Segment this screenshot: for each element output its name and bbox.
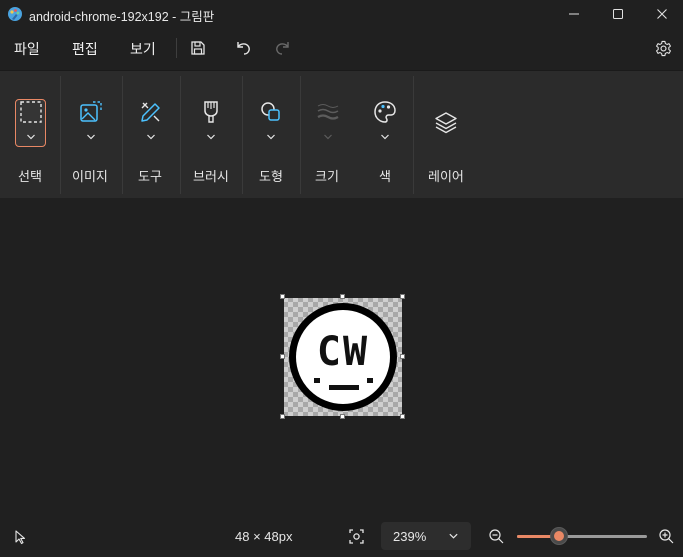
zoom-slider-thumb[interactable] xyxy=(549,527,568,545)
save-icon xyxy=(191,41,205,55)
resize-handle-n[interactable] xyxy=(340,294,345,299)
tool-label-color: 색 xyxy=(379,169,391,184)
image-icon xyxy=(80,101,102,122)
tool-label-layers: 레이어 xyxy=(428,169,464,184)
chevron-down-icon[interactable] xyxy=(205,133,217,141)
undo-button[interactable] xyxy=(233,38,253,58)
ribbon-divider xyxy=(180,76,181,194)
gear-icon xyxy=(655,40,671,56)
resize-handle-ne[interactable] xyxy=(400,294,405,299)
image-tool-button[interactable] xyxy=(76,97,106,127)
tool-label-brush: 브러시 xyxy=(193,169,229,184)
ribbon-divider xyxy=(413,76,414,194)
maximize-icon xyxy=(613,9,623,19)
window-title: android-chrome-192x192 - 그림판 xyxy=(29,10,215,24)
ribbon-divider xyxy=(122,76,123,194)
undo-icon xyxy=(237,42,250,55)
ribbon-divider xyxy=(60,76,61,194)
resize-handle-sw[interactable] xyxy=(280,414,285,419)
chevron-down-icon xyxy=(449,533,458,539)
menu-file[interactable]: 파일 xyxy=(14,39,40,59)
title-bar: android-chrome-192x192 - 그림판 xyxy=(0,0,683,28)
menu-bar xyxy=(0,28,683,70)
minimize-icon xyxy=(569,13,579,15)
zoom-out-icon[interactable] xyxy=(488,528,505,545)
resize-handle-w[interactable] xyxy=(280,354,285,359)
tool-label-selection: 선택 xyxy=(18,169,42,184)
layers-icon xyxy=(435,112,457,134)
chevron-down-icon[interactable] xyxy=(85,133,97,141)
size-tool-button[interactable] xyxy=(313,97,343,127)
tool-label-image: 이미지 xyxy=(72,169,108,184)
shapes-icon xyxy=(261,102,280,121)
shapes-tool-button[interactable] xyxy=(256,97,286,127)
menu-divider xyxy=(176,38,177,58)
ribbon-divider xyxy=(300,76,301,194)
chevron-down-icon[interactable] xyxy=(145,133,157,141)
canvas-image[interactable]: CW xyxy=(283,297,403,417)
minimize-button[interactable] xyxy=(551,0,597,28)
tool-label-shapes: 도형 xyxy=(259,169,283,184)
brush-icon xyxy=(204,101,218,123)
tools-tool-button[interactable] xyxy=(136,97,166,127)
pencil-eraser-icon xyxy=(141,102,160,122)
resize-handle-e[interactable] xyxy=(400,354,405,359)
menu-edit[interactable]: 편집 xyxy=(72,39,98,59)
palette-icon xyxy=(374,101,396,123)
settings-button[interactable] xyxy=(653,38,673,58)
resize-handle-se[interactable] xyxy=(400,414,405,419)
resize-handle-s[interactable] xyxy=(340,414,345,419)
resize-handle-nw[interactable] xyxy=(280,294,285,299)
chevron-down-icon[interactable] xyxy=(25,133,37,141)
layers-tool-button[interactable] xyxy=(431,108,461,138)
redo-icon xyxy=(276,42,289,55)
paint-app-icon xyxy=(8,7,22,21)
image-dimensions: 48 × 48px xyxy=(235,529,293,544)
cw-text: CW xyxy=(317,329,369,375)
zoom-level: 239% xyxy=(393,529,427,544)
chevron-down-icon[interactable] xyxy=(322,133,334,141)
selection-icon xyxy=(16,97,46,127)
cursor-pointer-icon xyxy=(15,530,26,545)
line-thickness-icon xyxy=(317,104,339,120)
brush-tool-button[interactable] xyxy=(196,97,226,127)
fit-to-window-icon[interactable] xyxy=(348,528,365,545)
ribbon-toolbar: 선택 이미지 도구 브러시 도형 크기 색 레이어 xyxy=(0,70,683,198)
redo-button[interactable] xyxy=(273,38,293,58)
tool-label-size: 크기 xyxy=(315,169,339,184)
menu-view[interactable]: 보기 xyxy=(130,39,156,59)
cw-face-image: CW xyxy=(284,298,402,416)
close-button[interactable] xyxy=(639,0,683,28)
maximize-button[interactable] xyxy=(595,0,641,28)
ribbon-divider xyxy=(242,76,243,194)
save-button[interactable] xyxy=(188,38,208,58)
chevron-down-icon[interactable] xyxy=(265,133,277,141)
close-icon xyxy=(657,9,667,19)
zoom-in-icon[interactable] xyxy=(658,528,675,545)
tool-label-tools: 도구 xyxy=(138,169,162,184)
color-tool-button[interactable] xyxy=(370,97,400,127)
chevron-down-icon[interactable] xyxy=(379,133,391,141)
